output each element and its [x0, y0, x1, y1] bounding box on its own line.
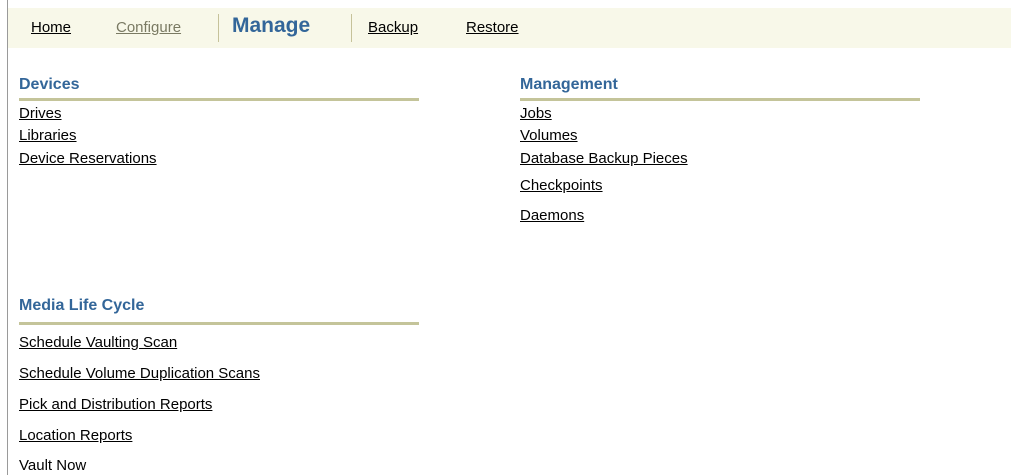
devices-link-libraries[interactable]: Libraries [19, 127, 77, 144]
nav-divider [218, 14, 219, 42]
management-heading: Management [520, 76, 618, 93]
management-link-daemons[interactable]: Daemons [520, 207, 584, 224]
devices-link-drives[interactable]: Drives [19, 105, 62, 122]
page-left-border [7, 0, 8, 475]
management-link-database-backup-pieces[interactable]: Database Backup Pieces [520, 150, 688, 167]
nav-tab-home[interactable]: Home [31, 19, 71, 36]
management-heading-rule [520, 98, 920, 101]
media-link-pick-and-distribution-reports[interactable]: Pick and Distribution Reports [19, 396, 212, 413]
media-item-vault-now: Vault Now [19, 457, 87, 474]
management-link-volumes[interactable]: Volumes [520, 127, 578, 144]
media-life-cycle-heading: Media Life Cycle [19, 297, 145, 314]
global-nav-bar: Home Configure Manage Backup Restore [8, 8, 1011, 48]
management-link-checkpoints[interactable]: Checkpoints [520, 177, 603, 194]
nav-tab-configure[interactable]: Configure [116, 19, 181, 36]
devices-heading: Devices [19, 76, 80, 93]
nav-tab-manage-active: Manage [232, 14, 311, 37]
devices-heading-rule [19, 98, 419, 101]
media-link-schedule-volume-duplication-scans[interactable]: Schedule Volume Duplication Scans [19, 365, 260, 382]
management-link-jobs[interactable]: Jobs [520, 105, 552, 122]
media-link-schedule-vaulting-scan[interactable]: Schedule Vaulting Scan [19, 334, 177, 351]
media-link-location-reports[interactable]: Location Reports [19, 427, 132, 444]
nav-divider [351, 14, 352, 42]
nav-tab-restore[interactable]: Restore [466, 19, 519, 36]
media-life-cycle-heading-rule [19, 322, 419, 325]
devices-link-device-reservations[interactable]: Device Reservations [19, 150, 157, 167]
nav-tab-backup[interactable]: Backup [368, 19, 418, 36]
